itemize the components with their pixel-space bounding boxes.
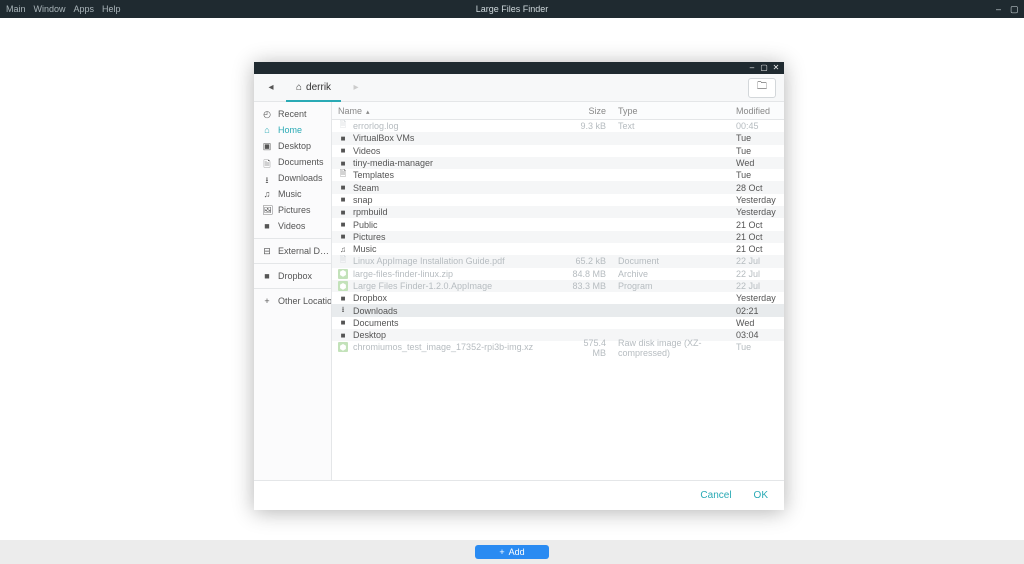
file-row[interactable]: ⬢chromiumos_test_image_17352-rpi3b-img.x… (332, 341, 784, 353)
dialog-close-icon[interactable]: ✕ (772, 64, 780, 72)
file-icon: ■ (338, 146, 348, 156)
file-icon: ■ (338, 183, 348, 193)
file-icon: ⬢ (338, 342, 348, 352)
external-d--icon: ⊟ (262, 246, 272, 256)
column-size[interactable]: Size (564, 106, 612, 116)
app-menubar: Main Window Apps Help Large Files Finder… (0, 0, 1024, 18)
file-icon: 🗎 (338, 121, 348, 131)
file-row[interactable]: ■rpmbuildYesterday (332, 206, 784, 218)
sidebar-item-other-locations[interactable]: +Other Locations (254, 293, 331, 309)
file-row[interactable]: 🗎TemplatesTue (332, 169, 784, 181)
recent-icon: ◴ (262, 109, 272, 119)
dialog-toolbar: ◂ ⌂ derrik ▸ 🗀 (254, 74, 784, 102)
file-icon: ■ (338, 220, 348, 230)
file-icon: ■ (338, 330, 348, 340)
nav-forward-button[interactable]: ▸ (347, 79, 365, 97)
pictures-icon: 🖼 (262, 205, 272, 215)
dropbox-icon: ■ (262, 271, 272, 281)
file-row[interactable]: ■snapYesterday (332, 194, 784, 206)
column-header: Name▴ Size Type Modified (332, 102, 784, 120)
file-row[interactable]: ⭳Downloads02:21 (332, 304, 784, 316)
file-row[interactable]: 🗎errorlog.log9.3 kBText00:45 (332, 120, 784, 132)
plus-icon: + (499, 547, 504, 557)
file-icon: ■ (338, 318, 348, 328)
sidebar-item-downloads[interactable]: ⭳Downloads (254, 170, 331, 186)
sidebar-item-videos[interactable]: ■Videos (254, 218, 331, 234)
menu-main[interactable]: Main (6, 4, 26, 14)
folder-plus-icon: 🗀 (757, 79, 767, 96)
file-row[interactable]: ■DocumentsWed (332, 317, 784, 329)
sidebar-item-pictures[interactable]: 🖼Pictures (254, 202, 331, 218)
documents-icon: 🗎 (262, 157, 272, 167)
file-icon: ■ (338, 195, 348, 205)
dialog-maximize-icon[interactable]: ▢ (760, 64, 768, 72)
app-minimize-icon[interactable]: – (996, 5, 1004, 13)
downloads-icon: ⭳ (262, 173, 272, 183)
sidebar-item-external-d-[interactable]: ⊟External D…⏏ (254, 243, 331, 259)
dialog-titlebar: – ▢ ✕ (254, 62, 784, 74)
menu-apps[interactable]: Apps (74, 4, 95, 14)
breadcrumb-label: derrik (306, 82, 331, 93)
sidebar-item-recent[interactable]: ◴Recent (254, 106, 331, 122)
file-row[interactable]: ⬢large-files-finder-linux.zip84.8 MBArch… (332, 268, 784, 280)
file-row[interactable]: ■Public21 Oct (332, 218, 784, 230)
column-type[interactable]: Type (612, 106, 730, 116)
file-icon: ■ (338, 207, 348, 217)
dialog-minimize-icon[interactable]: – (748, 64, 756, 72)
file-icon: ■ (338, 293, 348, 303)
file-chooser-dialog: – ▢ ✕ ◂ ⌂ derrik ▸ 🗀 ◴Recent⌂Home▣Deskto… (254, 62, 784, 510)
sort-asc-icon: ▴ (366, 109, 370, 116)
file-row[interactable]: ■tiny-media-managerWed (332, 157, 784, 169)
other-locations-icon: + (262, 296, 272, 306)
nav-back-button[interactable]: ◂ (262, 79, 280, 97)
sidebar-item-music[interactable]: ♫Music (254, 186, 331, 202)
file-row[interactable]: ■VideosTue (332, 145, 784, 157)
file-icon: ♫ (338, 244, 348, 254)
music-icon: ♫ (262, 189, 272, 199)
file-row[interactable]: ■Steam28 Oct (332, 181, 784, 193)
file-list: Name▴ Size Type Modified 🗎errorlog.log9.… (332, 102, 784, 480)
app-maximize-icon[interactable]: ▢ (1010, 5, 1018, 13)
file-icon: ⭳ (338, 306, 348, 316)
menu-window[interactable]: Window (34, 4, 66, 14)
file-icon: ⬢ (338, 281, 348, 291)
home-icon: ⌂ (262, 125, 272, 135)
file-row[interactable]: ⬢Large Files Finder-1.2.0.AppImage83.3 M… (332, 280, 784, 292)
app-bottombar: + Add (0, 540, 1024, 564)
places-sidebar: ◴Recent⌂Home▣Desktop🗎Documents⭳Downloads… (254, 102, 332, 480)
home-icon: ⌂ (296, 82, 302, 93)
dialog-footer: Cancel OK (254, 480, 784, 510)
ok-button[interactable]: OK (754, 490, 768, 501)
file-icon: ■ (338, 232, 348, 242)
column-modified[interactable]: Modified (730, 106, 784, 116)
file-icon: 🗎 (338, 256, 348, 266)
menu-help[interactable]: Help (102, 4, 121, 14)
cancel-button[interactable]: Cancel (700, 490, 731, 501)
sidebar-item-dropbox[interactable]: ■Dropbox (254, 268, 331, 284)
file-icon: ■ (338, 158, 348, 168)
file-icon: ⬢ (338, 269, 348, 279)
breadcrumb-home[interactable]: ⌂ derrik (286, 74, 341, 102)
column-name[interactable]: Name▴ (332, 106, 564, 116)
file-row[interactable]: ♫Music21 Oct (332, 243, 784, 255)
sidebar-item-desktop[interactable]: ▣Desktop (254, 138, 331, 154)
new-folder-button[interactable]: 🗀 (748, 78, 776, 98)
file-icon: 🗎 (338, 170, 348, 180)
file-row[interactable]: ■VirtualBox VMsTue (332, 132, 784, 144)
sidebar-item-home[interactable]: ⌂Home (254, 122, 331, 138)
videos-icon: ■ (262, 221, 272, 231)
add-button[interactable]: + Add (475, 545, 548, 559)
file-row[interactable]: ■DropboxYesterday (332, 292, 784, 304)
file-icon: ■ (338, 133, 348, 143)
file-row[interactable]: 🗎Linux AppImage Installation Guide.pdf65… (332, 255, 784, 267)
file-row[interactable]: ■Pictures21 Oct (332, 231, 784, 243)
app-title: Large Files Finder (476, 4, 549, 14)
desktop-icon: ▣ (262, 141, 272, 151)
sidebar-item-documents[interactable]: 🗎Documents (254, 154, 331, 170)
